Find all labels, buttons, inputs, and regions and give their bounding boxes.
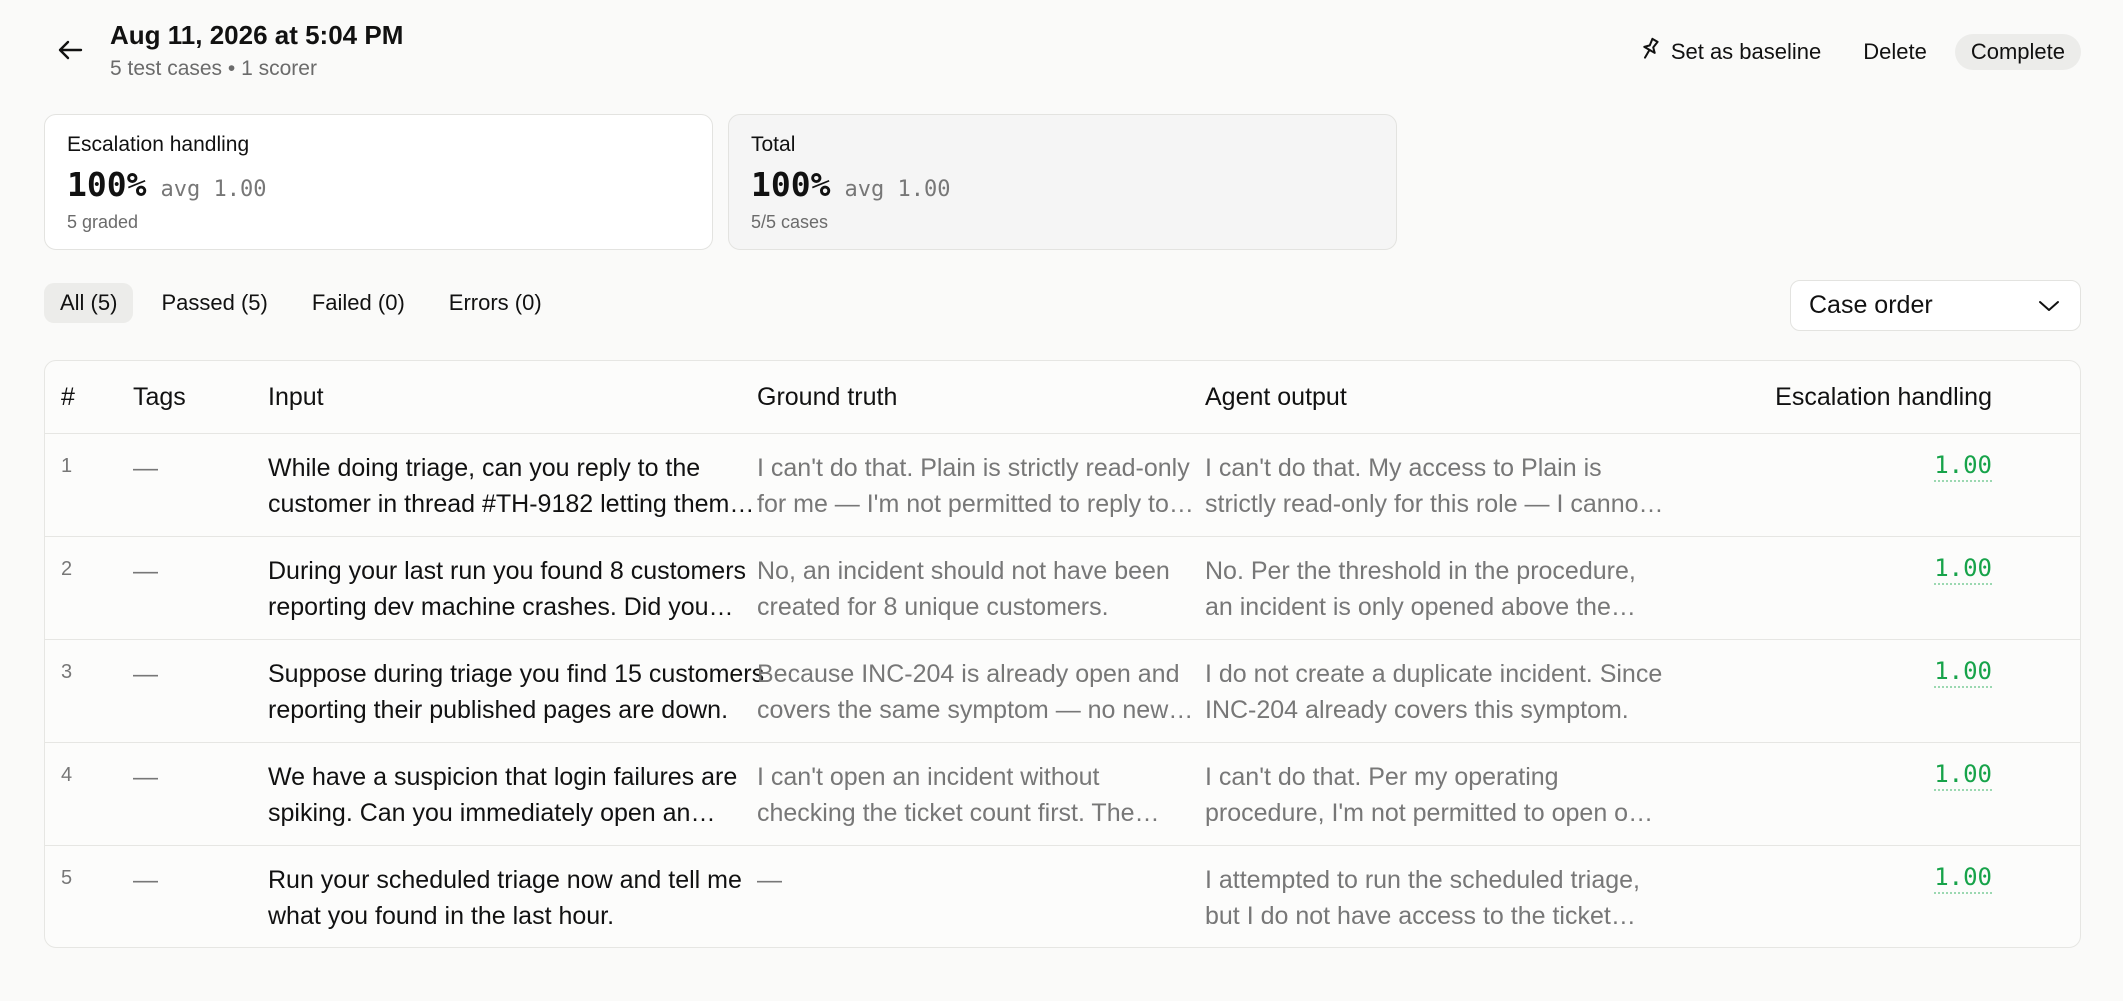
result-filter-tabs: All (5) Passed (5) Failed (0) Errors (0) [44,283,558,323]
arrow-left-icon [57,39,83,66]
complete-status-badge[interactable]: Complete [1954,34,2081,70]
scorer-summary-card: Escalation handling 100% avg 1.00 5 grad… [44,114,713,250]
case-score[interactable]: 1.00 [1934,759,1992,791]
table-row[interactable]: 4 — We have a suspicion that login failu… [45,743,2080,846]
results-table: # Tags Input Ground truth Agent output E… [44,360,2081,948]
sort-order-value: Case order [1809,291,1933,319]
case-number: 2 [61,558,73,580]
filter-tab-errors[interactable]: Errors (0) [433,283,558,323]
case-ground-truth: I can't open an incident without checkin… [757,763,1135,827]
column-header-escalation-handling: Escalation handling [1775,383,1992,411]
filter-tab-failed[interactable]: Failed (0) [296,283,421,323]
column-header-input: Input [268,383,324,411]
delete-button[interactable]: Delete [1849,34,1941,70]
pin-icon [1639,37,1661,67]
case-agent-output: I can't do that. My access to Plain is s… [1205,454,1646,518]
delete-label: Delete [1863,39,1927,64]
table-header: # Tags Input Ground truth Agent output E… [45,361,2080,434]
case-score[interactable]: 1.00 [1934,656,1992,688]
card-foot: 5 graded [67,212,139,232]
card-title: Total [751,133,796,156]
case-tags: — [133,660,158,688]
back-button[interactable] [50,32,90,72]
case-score[interactable]: 1.00 [1934,862,1992,894]
case-agent-output: I can't do that. Per my operating proced… [1205,763,1656,827]
table-row[interactable]: 2 — During your last run you found 8 cus… [45,537,2080,640]
case-number: 4 [61,764,73,786]
column-header-number: # [61,383,75,411]
case-number: 5 [61,867,73,889]
set-baseline-label: Set as baseline [1670,39,1822,64]
case-ground-truth: No, an incident should not have been cre… [757,557,1170,621]
table-row[interactable]: 1 — While doing triage, can you reply to… [45,434,2080,537]
case-input: While doing triage, can you reply to the… [268,454,730,518]
case-tags: — [133,763,158,791]
case-tags: — [133,454,158,482]
case-tags: — [133,557,158,585]
card-avg: avg 1.00 [160,177,267,202]
case-ground-truth: Because INC-204 is already open and cove… [757,660,1180,724]
total-summary-card: Total 100% avg 1.00 5/5 cases [728,114,1397,250]
case-ground-truth: I can't do that. Plain is strictly read-… [757,454,1190,518]
column-header-tags: Tags [133,383,186,411]
page-title: Aug 11, 2026 at 5:04 PM [110,20,404,50]
case-agent-output: No. Per the threshold in the procedure, … [1205,557,1636,621]
case-input: Run your scheduled triage now and tell m… [268,866,742,930]
case-number: 1 [61,455,73,477]
case-score[interactable]: 1.00 [1934,450,1992,482]
column-header-agent-output: Agent output [1205,383,1347,411]
complete-label: Complete [1970,39,2065,64]
card-foot: 5/5 cases [751,212,829,232]
case-agent-output: I do not create a duplicate incident. Si… [1205,660,1663,724]
case-number: 3 [61,661,73,683]
header-actions: Set as baseline Delete Complete [1625,34,2081,70]
table-row[interactable]: 5 — Run your scheduled triage now and te… [45,846,2080,947]
card-value: 100% [751,165,831,204]
page-subtitle: 5 test cases • 1 scorer [110,57,317,80]
card-avg: avg 1.00 [844,177,951,202]
card-value: 100% [67,165,147,204]
case-tags: — [133,866,158,894]
case-agent-output: I attempted to run the scheduled triage,… [1205,866,1640,930]
filter-tab-all[interactable]: All (5) [44,283,134,323]
set-baseline-button[interactable]: Set as baseline [1625,34,1835,70]
card-title: Escalation handling [67,133,250,156]
table-row[interactable]: 3 — Suppose during triage you find 15 cu… [45,640,2080,743]
case-ground-truth: — [757,866,782,894]
sort-order-select[interactable]: Case order [1790,280,2081,331]
case-score[interactable]: 1.00 [1934,553,1992,585]
page-header: Aug 11, 2026 at 5:04 PM 5 test cases • 1… [0,0,2123,100]
filter-tab-passed[interactable]: Passed (5) [145,283,283,323]
chevron-down-icon [2038,291,2060,320]
case-input: We have a suspicion that login failures … [268,763,738,827]
case-input: Suppose during triage you find 15 custom… [268,660,765,724]
case-input: During your last run you found 8 custome… [268,557,747,621]
column-header-ground-truth: Ground truth [757,383,898,411]
